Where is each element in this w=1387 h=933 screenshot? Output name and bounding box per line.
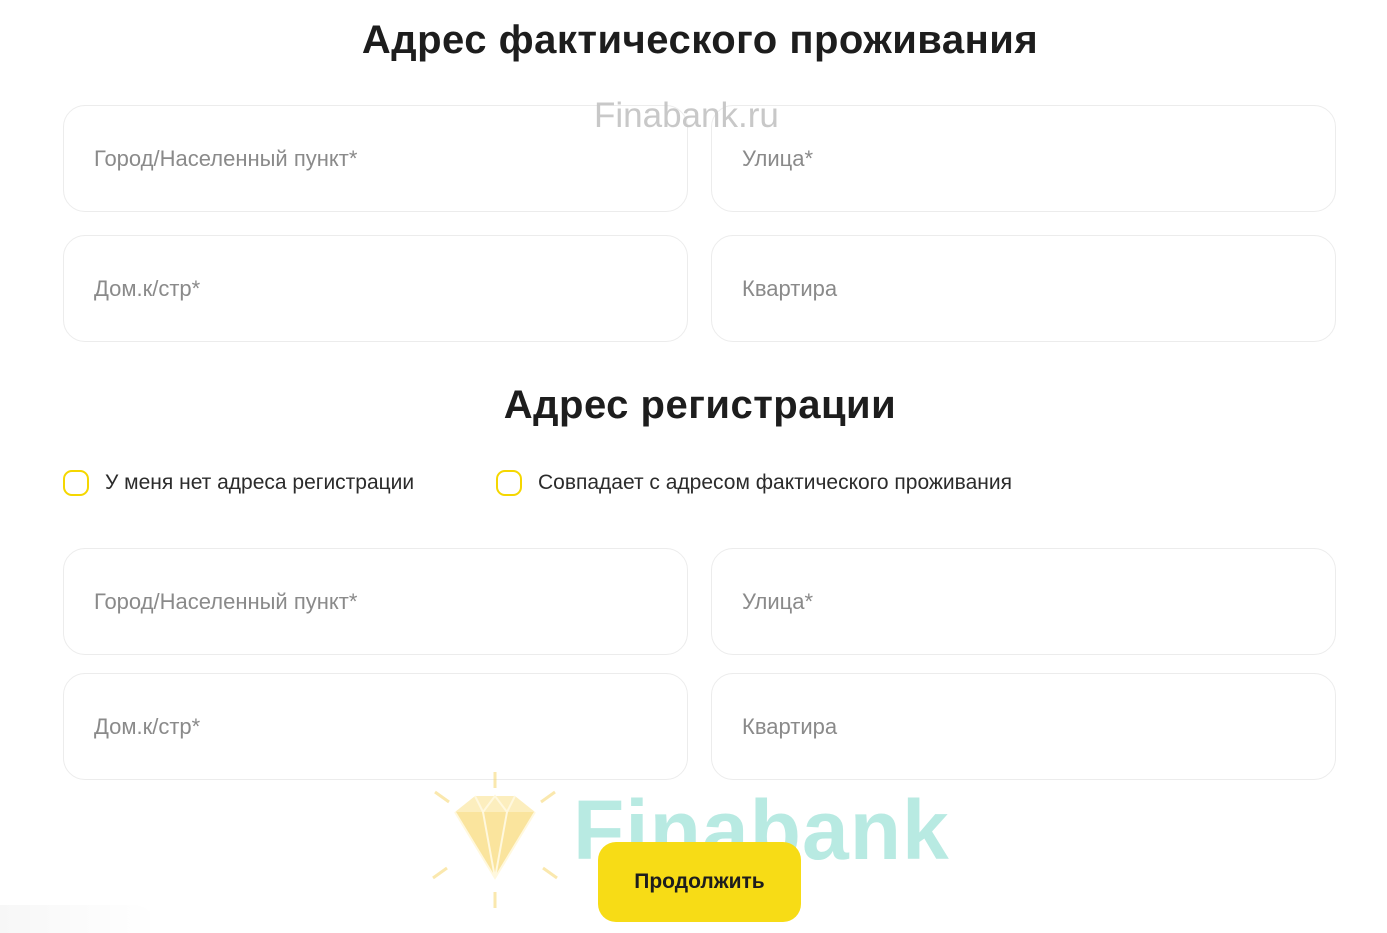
checkbox-box[interactable] — [63, 470, 89, 496]
same-as-actual-label: Совпадает с адресом фактического прожива… — [538, 471, 1012, 494]
registration-apartment-input[interactable] — [712, 674, 1335, 779]
registration-house-input[interactable] — [64, 674, 687, 779]
actual-apartment-field[interactable] — [711, 235, 1336, 342]
continue-button[interactable]: Продолжить — [598, 842, 801, 922]
registration-apartment-field[interactable] — [711, 673, 1336, 780]
actual-house-field[interactable] — [63, 235, 688, 342]
registration-city-field[interactable] — [63, 548, 688, 655]
registration-street-field[interactable] — [711, 548, 1336, 655]
watermark-site-text: Finabank.ru — [594, 96, 779, 135]
corner-shadow — [0, 905, 160, 933]
registration-address-title: Адрес регистрации — [503, 383, 897, 427]
registration-city-input[interactable] — [64, 549, 687, 654]
checkbox-box[interactable] — [496, 470, 522, 496]
registration-house-field[interactable] — [63, 673, 688, 780]
actual-street-field[interactable] — [711, 105, 1336, 212]
diamond-icon — [432, 772, 558, 908]
actual-apartment-input[interactable] — [712, 236, 1335, 341]
no-registration-checkbox[interactable]: У меня нет адреса регистрации — [63, 470, 414, 496]
actual-street-input[interactable] — [712, 106, 1335, 211]
same-as-actual-checkbox[interactable]: Совпадает с адресом фактического прожива… — [496, 470, 1012, 496]
registration-street-input[interactable] — [712, 549, 1335, 654]
actual-house-input[interactable] — [64, 236, 687, 341]
actual-address-title: Адрес фактического проживания — [361, 18, 1039, 62]
no-registration-label: У меня нет адреса регистрации — [105, 471, 415, 494]
